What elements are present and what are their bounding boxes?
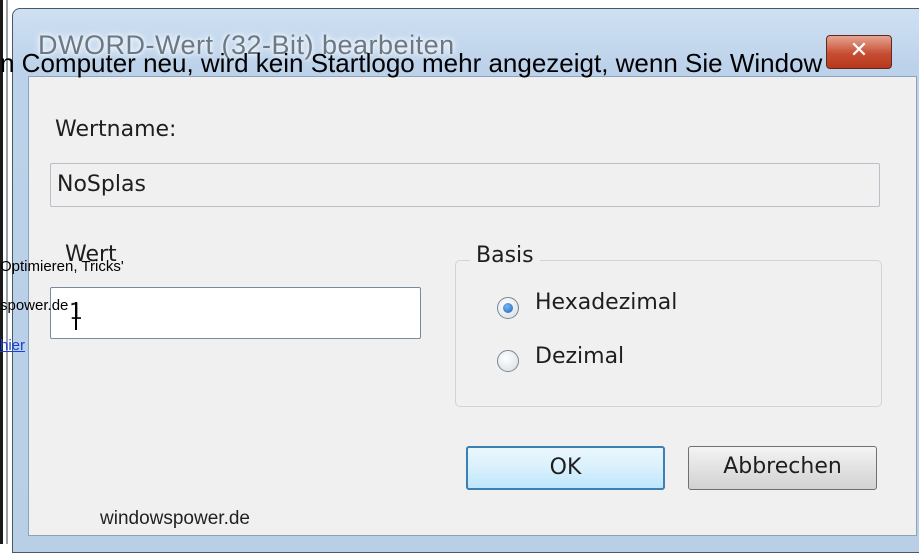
close-button[interactable]: ✕ [826,35,892,69]
cancel-button[interactable]: Abbrechen [688,446,877,490]
watermark-text: windowspower.de [100,508,250,529]
value-data-input[interactable]: 1 [50,287,421,339]
hexadecimal-radio-label[interactable]: Hexadezimal [535,290,677,315]
text-caret [75,302,77,330]
ok-button[interactable]: OK [466,446,665,490]
close-icon: ✕ [849,38,869,63]
decimal-radio-label[interactable]: Dezimal [535,344,624,369]
hexadecimal-radio[interactable] [497,297,519,319]
value-name-field: NoSplas [50,163,880,207]
base-groupbox [455,260,882,407]
background-side-text-2: spower.de [0,297,69,314]
background-side-text-1: Optimieren, Tricks' [0,258,124,275]
background-page-text: n Computer neu, wird kein Startlogo mehr… [0,48,823,78]
decimal-radio[interactable] [497,350,519,372]
base-group-label: Basis [470,243,540,268]
value-name-label: Wertname: [55,117,177,142]
background-link-hier[interactable]: hier [0,337,25,354]
